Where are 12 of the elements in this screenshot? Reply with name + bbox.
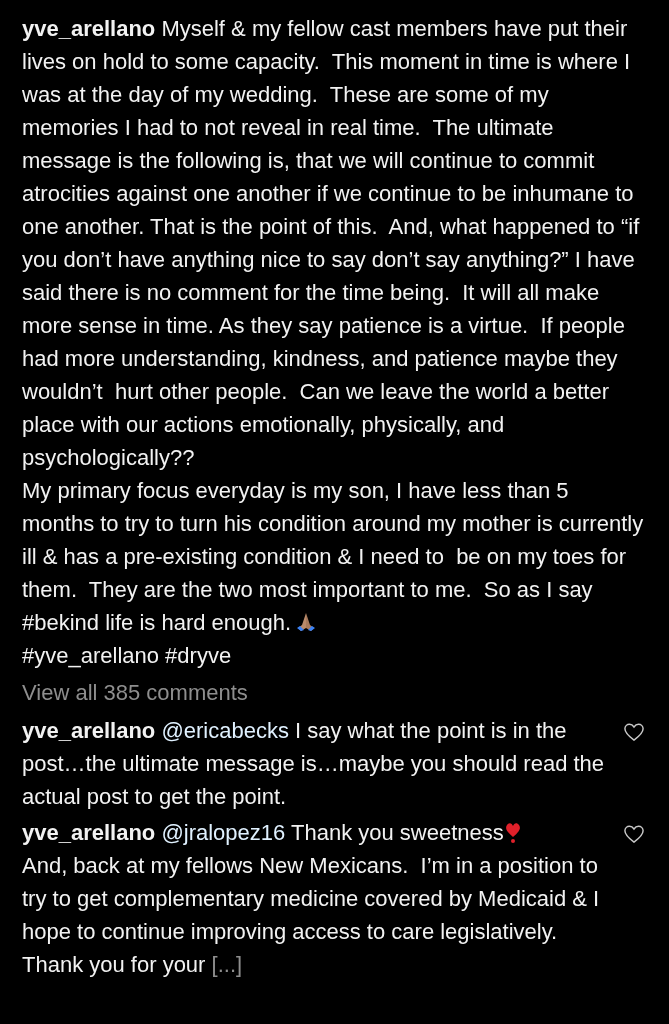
- mention-link[interactable]: @jralopez16: [161, 820, 286, 845]
- more-link[interactable]: [...]: [211, 952, 243, 977]
- like-icon[interactable]: [623, 722, 645, 742]
- caption-text: My primary focus everyday is my son, I have less than 5 months to try to turn his condition around my mother is currently ill & has a pre-existing condition & I need to be on my toes for them. They are the two most important to me. So as I say #bekind life is hard enough.: [22, 477, 645, 637]
- heart-icon: [503, 820, 522, 844]
- hashtags: #yve_arellano #dryve: [22, 642, 233, 670]
- view-all-comments-link[interactable]: View all 385 comments: [22, 676, 645, 709]
- comment-text: yve_arellano @jralopez16 Thank you sweetness And, back at my fellows New Mexicans. I’m in a position to try to get complementary medicine covered by Medicaid & I hope to continue improving access to care legislatively. Thank you for your [...]: [22, 819, 601, 979]
- comment-text: yve_arellano @ericabecks I say what the point is in the post…the ultimate message is…maybe you should read the actual post to get the point.: [22, 717, 606, 811]
- caption-text: yve_arellano Myself & my fellow cast members have put their lives on hold to some capacity. This moment in time is where I was at the day of my wedding. These are some of my memories I had to not reveal in real time. The ultimate message is the following is, that we will continue to commit atrocities against one another if we continue to be inhumane to one another. That is the point of this. And, what happened to “if you don’t have anything nice to say don’t say anything?” I have said there is no comment for the time being. It will all make more sense in time. As they say patience is a virtue. If people had more understanding, kindness, and patience maybe they wouldn’t hurt other people. Can we leave the world a better place with our actions emotionally, physically, and psychologically??: [22, 15, 641, 472]
- like-icon[interactable]: [623, 824, 645, 844]
- mention-link[interactable]: @ericabecks: [161, 718, 289, 743]
